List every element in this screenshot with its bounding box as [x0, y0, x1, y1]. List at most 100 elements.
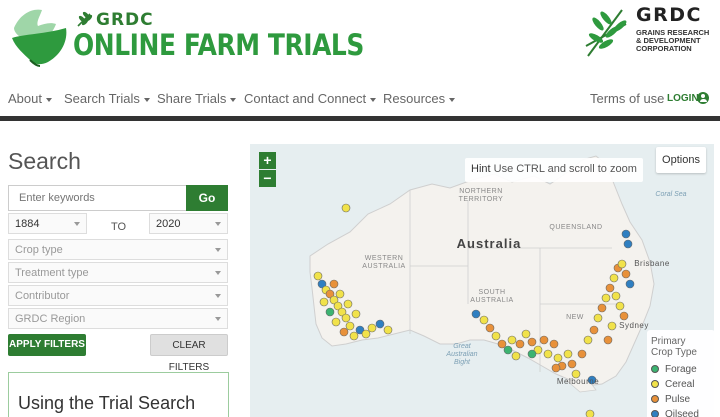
legend-item-oilseed: Oilseed: [651, 409, 711, 417]
info-title: Using the Trial Search: [18, 393, 196, 413]
region-select[interactable]: GRDC Region: [8, 308, 228, 329]
partner-name: GRDC: [636, 4, 702, 26]
map-label-qld: QUEENSLAND: [549, 224, 603, 231]
legend-label: Cereal: [665, 379, 695, 390]
search-heading: Search: [8, 148, 81, 174]
caret-down-icon: [215, 248, 221, 252]
map-label-line: SOUTH: [478, 289, 506, 296]
nav-divider: [0, 116, 720, 121]
crop-type-value: Crop type: [15, 244, 63, 256]
nav-search-trials[interactable]: Search Trials: [64, 91, 150, 106]
caret-down-icon: [215, 317, 221, 321]
site-title[interactable]: ONLINE FARM TRIALS: [73, 28, 364, 62]
map-hint: Hint Use CTRL and scroll to zoom: [465, 158, 643, 182]
nav-label: Share Trials: [157, 91, 227, 106]
trial-search-info-box: Using the Trial Search: [8, 372, 229, 417]
keyword-input[interactable]: [8, 185, 186, 211]
grdc-partner-logo[interactable]: GRDC GRAINS RESEARCH & DEVELOPMENT CORPO…: [582, 4, 716, 62]
legend-title: Primary Crop Type: [651, 336, 711, 358]
hint-label: Hint: [471, 163, 491, 175]
map-label-line: TERRITORY: [458, 196, 504, 203]
partner-sub-line: CORPORATION: [636, 44, 692, 53]
map-label-line: Bight: [454, 359, 470, 366]
caret-down-icon: [215, 294, 221, 298]
contributor-value: Contributor: [15, 290, 70, 302]
treatment-type-select[interactable]: Treatment type: [8, 262, 228, 283]
year-to-select[interactable]: 2020: [149, 213, 228, 234]
zoom-out-button[interactable]: −: [259, 170, 276, 187]
year-to-value: 2020: [156, 218, 181, 230]
caret-down-icon: [45, 97, 52, 102]
map-label-line: NORTHERN: [459, 188, 503, 195]
map-label-country: Australia: [456, 236, 522, 251]
forage-dot-icon: [651, 365, 659, 374]
partner-subtitle: GRAINS RESEARCH & DEVELOPMENT CORPORATIO…: [636, 29, 716, 53]
map-label-nsw: NEW: [566, 314, 584, 321]
caret-down-icon: [215, 271, 221, 275]
caret-down-icon: [449, 97, 456, 102]
nav-resources[interactable]: Resources: [383, 91, 456, 106]
caret-down-icon: [230, 97, 237, 102]
nav-terms[interactable]: Terms of use: [590, 91, 664, 106]
nav-label: Resources: [383, 91, 446, 106]
map-label-sydney: Sydney: [619, 321, 649, 330]
legend-item-cereal: Cereal: [651, 379, 711, 394]
map-label-line: WESTERN: [364, 255, 404, 262]
map-label-melbourne: Melbourne: [556, 377, 600, 386]
caret-down-icon: [370, 97, 377, 102]
caret-down-icon: [143, 97, 150, 102]
to-label: TO: [111, 221, 127, 233]
map-label-nt: NORTHERN TERRITORY: [455, 188, 507, 204]
wheat-icon: [77, 11, 93, 27]
nav-label: Contact and Connect: [244, 91, 367, 106]
go-button[interactable]: Go: [186, 185, 228, 211]
map-label-brisbane: Brisbane: [634, 259, 670, 268]
nav-contact[interactable]: Contact and Connect: [244, 91, 377, 106]
crop-type-select[interactable]: Crop type: [8, 239, 228, 260]
year-from-value: 1884: [15, 218, 40, 230]
login-link[interactable]: LOGIN: [667, 93, 699, 104]
australia-map-icon: [250, 144, 714, 417]
nav-label: About: [8, 91, 42, 106]
hint-text: Use CTRL and scroll to zoom: [493, 163, 637, 175]
map-label-bight: Great Australian Bight: [436, 343, 488, 367]
nav-about[interactable]: About: [8, 91, 52, 106]
main-nav: About Search Trials Share Trials Contact…: [0, 84, 720, 114]
caret-down-icon: [215, 222, 221, 226]
legend-item-forage: Forage: [651, 364, 711, 379]
caret-down-icon: [74, 222, 80, 226]
apply-filters-button[interactable]: APPLY FILTERS: [8, 334, 86, 356]
map-label-line: Australian: [446, 351, 478, 358]
legend-title-line: Primary: [651, 336, 686, 347]
legend-item-pulse: Pulse: [651, 394, 711, 409]
treatment-type-value: Treatment type: [15, 267, 89, 279]
contributor-select[interactable]: Contributor: [8, 285, 228, 306]
legend-title-line: Crop Type: [651, 347, 697, 358]
brand-small-title: GRDC: [96, 10, 154, 30]
zoom-in-button[interactable]: +: [259, 152, 276, 169]
map-label-wa: WESTERN AUSTRALIA: [356, 255, 412, 271]
cereal-dot-icon: [651, 380, 659, 389]
oilseed-dot-icon: [651, 410, 659, 417]
user-icon[interactable]: [697, 92, 709, 104]
map-label-line: AUSTRALIA: [470, 297, 514, 304]
grdc-wheat-logo-icon: [585, 9, 627, 57]
year-from-select[interactable]: 1884: [8, 213, 87, 234]
clear-filters-button[interactable]: CLEAR FILTERS: [150, 334, 228, 373]
legend-label: Oilseed: [665, 409, 699, 417]
map-label-line: Great: [453, 343, 471, 350]
map-label-sa: SOUTH AUSTRALIA: [464, 289, 520, 305]
legend-label: Pulse: [665, 394, 691, 405]
map-label-coral-sea: Coral Sea: [655, 191, 687, 198]
map-options-button[interactable]: Options: [656, 147, 706, 173]
nav-share-trials[interactable]: Share Trials: [157, 91, 237, 106]
trials-map[interactable]: + − Hint Use CTRL and scroll to zoom Opt…: [250, 144, 714, 417]
site-header: GRDC ONLINE FARM TRIALS GRDC GRAINS RESE…: [0, 0, 720, 80]
legend-label: Forage: [665, 364, 697, 375]
region-value: GRDC Region: [15, 313, 86, 325]
crop-type-legend: Primary Crop Type Forage Cereal Pulse Oil…: [647, 330, 714, 417]
australia-leaf-logo-icon[interactable]: [10, 4, 70, 68]
pulse-dot-icon: [651, 395, 659, 404]
map-label-line: AUSTRALIA: [362, 263, 406, 270]
nav-label: Search Trials: [64, 91, 140, 106]
